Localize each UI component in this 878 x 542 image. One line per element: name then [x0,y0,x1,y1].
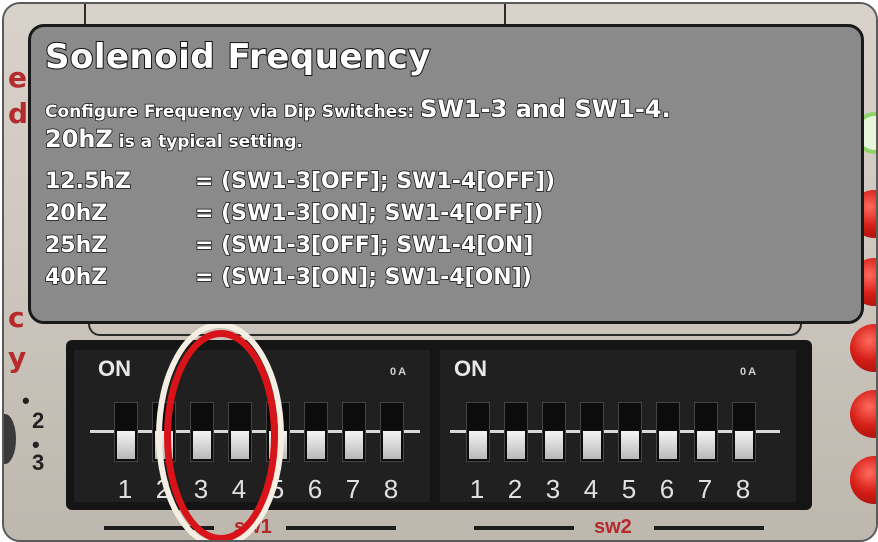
dip-number: 7 [697,474,713,504]
dip-number: 8 [735,474,751,504]
sw2-label: sw2 [594,516,632,538]
setting-config: = (SW1-3[OFF]; SW1-4[ON] [194,232,534,259]
setting-frequency: 20hZ [44,200,108,227]
setting-row: 20hZ = (SW1-3[ON]; SW1-4[OFF]) [44,200,544,227]
info-typical: 20hZ is a typical setting. [44,124,304,154]
dip-switch-6[interactable] [304,402,328,462]
highlight-ellipse [164,330,278,540]
sw2-underline [474,526,574,530]
dip-number: 1 [117,474,133,504]
dip-corner-label: 0A [740,366,759,378]
setting-config: = (SW1-3[ON]; SW1-4[ON]) [194,264,532,291]
setting-config: = (SW1-3[ON]; SW1-4[OFF]) [194,200,544,227]
setting-config: = (SW1-3[OFF]; SW1-4[OFF]) [194,168,556,195]
sw1-underline [286,526,396,530]
dip-number: 6 [659,474,675,504]
dip-number: 6 [307,474,323,504]
dip-switch-1[interactable] [466,402,490,462]
dip-number: 5 [621,474,637,504]
info-title: Solenoid Frequency [44,36,431,78]
board-trace [504,4,506,24]
setting-frequency: 12.5hZ [44,168,131,195]
dip-switch-6[interactable] [656,402,680,462]
dip-switch-2[interactable] [504,402,528,462]
dip-number: 8 [383,474,399,504]
dip-number: 2 [507,474,523,504]
board-partial-label: y [8,341,27,374]
dip-number: 1 [469,474,485,504]
sw2-underline [654,526,764,530]
dip-number: 7 [345,474,361,504]
dip-switch-7[interactable] [342,402,366,462]
dip-on-label: ON [98,356,131,381]
board-partial-label: e [8,61,27,94]
setting-row: 25hZ = (SW1-3[OFF]; SW1-4[ON] [44,232,534,259]
intro-text: Configure Frequency via Dip Switches: [44,101,421,123]
dip-switch-8[interactable] [380,402,404,462]
setting-row: 12.5hZ = (SW1-3[OFF]; SW1-4[OFF]) [44,168,556,195]
dip-number: 3 [545,474,561,504]
setting-frequency: 40hZ [44,264,108,291]
dip-on-label: ON [454,356,487,381]
info-intro: Configure Frequency via Dip Switches: SW… [44,94,671,124]
typical-value: 20hZ [44,124,113,154]
dip-rail [450,430,780,433]
screenshot-frame: e d c y • 2 • 3 ON 0A 1 2 3 4 5 6 7 8 ON… [2,2,878,542]
info-callout: Solenoid Frequency Configure Frequency v… [28,24,864,324]
intro-switches: SW1-3 and SW1-4. [419,94,671,124]
board-partial-label: d [8,97,29,130]
pin-dot: • [22,388,30,413]
dip-switch-5[interactable] [618,402,642,462]
dip-switch-7[interactable] [694,402,718,462]
typical-text: is a typical setting. [112,131,304,153]
dip-switch-1[interactable] [114,402,138,462]
dip-number: 4 [583,474,599,504]
dip-corner-label: 0A [390,366,409,378]
dip-switch-3[interactable] [542,402,566,462]
board-trace [84,4,86,24]
dip-bank-sw2: ON 0A 1 2 3 4 5 6 7 8 [440,350,796,504]
pin-label-3: 3 [32,450,45,475]
setting-frequency: 25hZ [44,232,108,259]
dip-switch-8[interactable] [732,402,756,462]
pin-label-2: 2 [32,408,45,433]
dip-switch-4[interactable] [580,402,604,462]
board-partial-label: c [8,301,25,334]
setting-row: 40hZ = (SW1-3[ON]; SW1-4[ON]) [44,264,532,291]
